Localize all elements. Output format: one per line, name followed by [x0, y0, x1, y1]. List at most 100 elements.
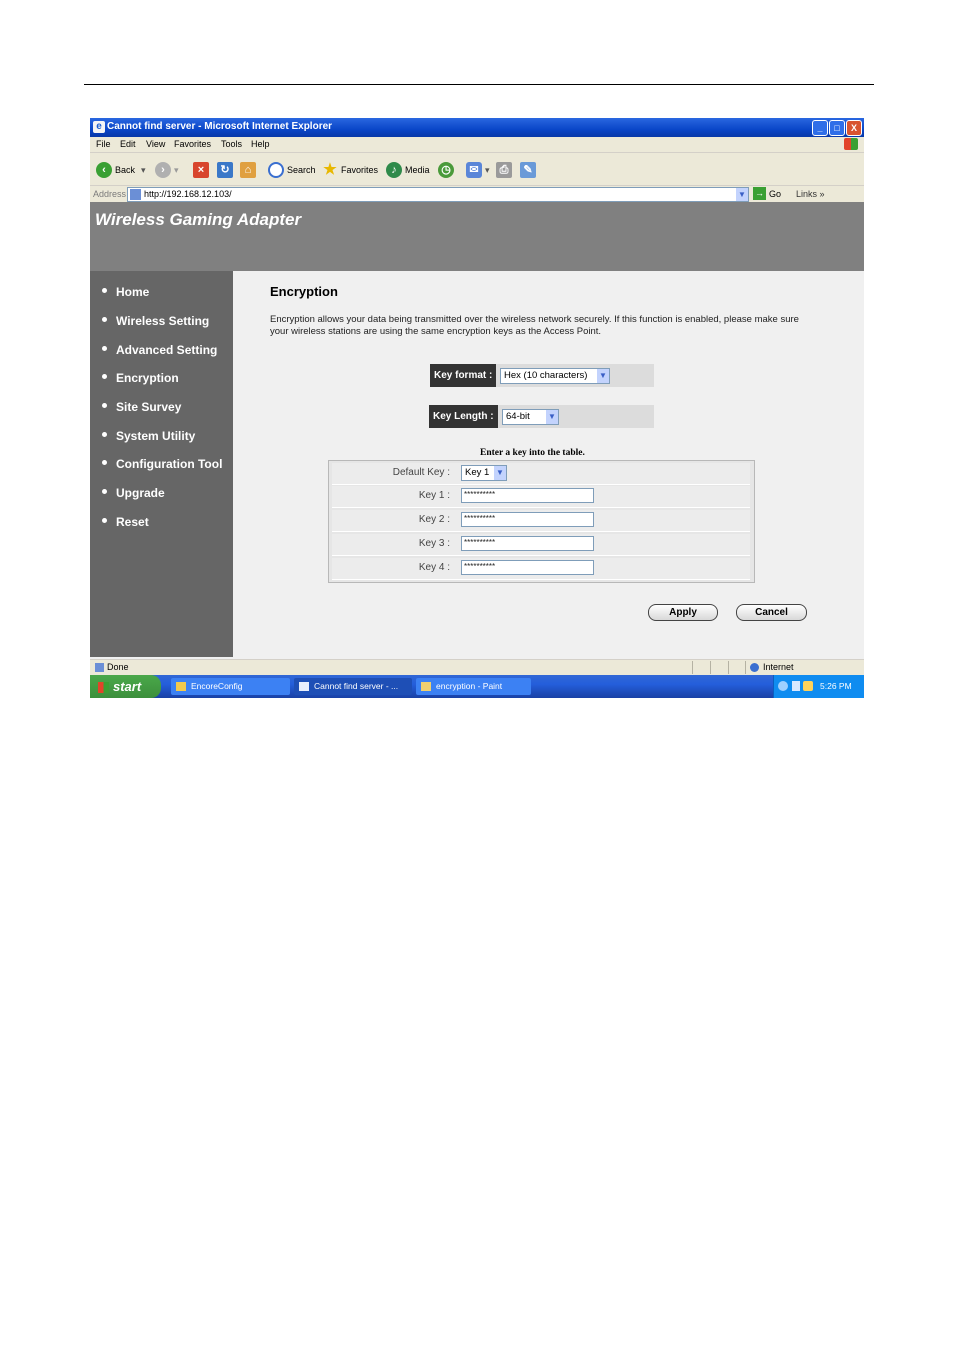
edit-button[interactable]: ✎	[520, 161, 539, 179]
key-4-input[interactable]: **********	[461, 560, 594, 575]
key-length-value: 64-bit	[506, 411, 530, 422]
nav-item-reset[interactable]: Reset	[102, 515, 149, 529]
nav-item-system-utility[interactable]: System Utility	[102, 429, 195, 443]
network-icon[interactable]	[778, 681, 788, 691]
globe-icon	[750, 663, 759, 673]
back-label: Back	[115, 165, 136, 175]
refresh-icon: ↻	[217, 162, 233, 178]
menu-edit[interactable]: Edit	[120, 139, 136, 149]
stop-icon: ×	[193, 162, 209, 178]
divider	[745, 661, 746, 674]
maximize-button[interactable]: □	[829, 120, 845, 136]
chevron-down-icon: ▼	[546, 410, 558, 424]
bullet-icon	[102, 518, 107, 524]
nav-label: System Utility	[116, 429, 196, 443]
menu-help[interactable]: Help	[251, 139, 270, 149]
default-key-label: Default Key :	[392, 467, 450, 478]
menu-tools[interactable]: Tools	[221, 139, 242, 149]
key-row: Key 1 : **********	[332, 486, 750, 508]
taskbar-item-ie[interactable]: Cannot find server - ...	[294, 678, 412, 695]
default-key-select[interactable]: Key 1 ▼	[461, 465, 507, 481]
start-button[interactable]: start	[90, 675, 161, 698]
folder-icon	[176, 682, 186, 691]
key-3-input[interactable]: **********	[461, 536, 594, 551]
main-content: Encryption Encryption allows your data b…	[233, 271, 864, 657]
nav-item-encryption[interactable]: Encryption	[102, 371, 179, 385]
go-button[interactable]: → Go	[753, 187, 781, 200]
address-url: http://192.168.12.103/	[144, 189, 232, 199]
key-table: Default Key : Key 1 ▼ Key 1 : **********…	[328, 460, 755, 583]
bullet-icon	[102, 403, 107, 409]
divider	[692, 661, 693, 674]
task-label: EncoreConfig	[191, 681, 243, 691]
bullet-icon	[102, 288, 107, 294]
forward-button[interactable]: › ▾	[155, 161, 179, 179]
printer-icon: ⎙	[496, 162, 512, 178]
favorites-label: Favorites	[341, 165, 379, 175]
cancel-button[interactable]: Cancel	[736, 604, 807, 621]
settings-icon[interactable]	[803, 681, 813, 691]
minimize-button[interactable]: _	[812, 120, 828, 136]
nav-item-upgrade[interactable]: Upgrade	[102, 486, 165, 500]
address-input[interactable]: http://192.168.12.103/ ▼	[127, 187, 749, 202]
media-icon: ♪	[386, 162, 402, 178]
taskbar-item-paint[interactable]: encryption - Paint	[416, 678, 531, 695]
go-arrow-icon: →	[753, 187, 766, 200]
key-format-select[interactable]: Hex (10 characters) ▼	[500, 368, 610, 384]
volume-icon[interactable]	[792, 681, 800, 691]
close-button[interactable]: X	[846, 120, 862, 136]
back-button[interactable]: ‹ Back ▾	[96, 161, 146, 179]
web-page: Wireless Gaming Adapter Home Wireless Se…	[90, 202, 864, 690]
search-button[interactable]: Search	[268, 161, 316, 179]
table-caption: Enter a key into the table.	[480, 448, 585, 458]
chevron-down-icon[interactable]: ▼	[736, 188, 748, 201]
nav-item-site-survey[interactable]: Site Survey	[102, 400, 181, 414]
nav-label: Advanced Setting	[116, 343, 218, 357]
mail-button[interactable]: ✉ ▾	[466, 161, 490, 179]
paint-icon	[421, 682, 431, 691]
nav-label: Upgrade	[116, 486, 165, 500]
taskbar-item-encoreconfig[interactable]: EncoreConfig	[171, 678, 290, 695]
links-button[interactable]: Links »	[796, 189, 825, 199]
key-label: Key 1 :	[418, 490, 450, 501]
key-2-input[interactable]: **********	[461, 512, 594, 527]
go-label: Go	[769, 188, 782, 199]
task-label: encryption - Paint	[436, 681, 503, 691]
nav-item-configuration-tool[interactable]: Configuration Tool	[102, 457, 222, 471]
menu-file[interactable]: File	[96, 139, 111, 149]
chevron-right-icon: »	[819, 189, 825, 199]
nav-label: Wireless Setting	[116, 314, 210, 328]
chevron-down-icon: ▼	[597, 369, 609, 383]
security-zone: Internet	[750, 662, 794, 673]
nav-item-advanced-setting[interactable]: Advanced Setting	[102, 343, 217, 357]
history-icon: ◷	[438, 162, 454, 178]
bullet-icon	[102, 460, 107, 466]
stop-button[interactable]: ×	[193, 161, 212, 179]
bullet-icon	[102, 432, 107, 438]
key-1-input[interactable]: **********	[461, 488, 594, 503]
home-icon: ⌂	[240, 162, 256, 178]
clock: 5:26 PM	[820, 681, 852, 691]
key-row: Key 2 : **********	[332, 510, 750, 532]
menu-favorites[interactable]: Favorites	[174, 139, 211, 149]
home-button[interactable]: ⌂	[240, 161, 259, 179]
apply-button[interactable]: Apply	[648, 604, 718, 621]
menu-view[interactable]: View	[146, 139, 165, 149]
print-button[interactable]: ⎙	[496, 161, 515, 179]
media-button[interactable]: ♪ Media	[386, 161, 430, 179]
dropdown-arrow-icon: ▾	[174, 164, 179, 175]
mail-icon: ✉	[466, 162, 482, 178]
refresh-button[interactable]: ↻	[217, 161, 236, 179]
default-key-row: Default Key : Key 1 ▼	[332, 463, 750, 485]
nav-item-home[interactable]: Home	[102, 285, 149, 299]
key-length-row: Key Length : 64-bit ▼	[429, 405, 654, 428]
default-key-value: Key 1	[465, 467, 490, 478]
key-row: Key 3 : **********	[332, 534, 750, 556]
toolbar: ‹ Back ▾ › ▾ × ↻ ⌂ Search ★ Favorites ♪ …	[90, 153, 864, 186]
divider	[728, 661, 729, 674]
key-length-select[interactable]: 64-bit ▼	[502, 409, 559, 425]
favorites-button[interactable]: ★ Favorites	[322, 161, 378, 179]
nav-item-wireless-setting[interactable]: Wireless Setting	[102, 314, 209, 328]
history-button[interactable]: ◷	[438, 161, 457, 179]
start-label: start	[113, 679, 142, 694]
